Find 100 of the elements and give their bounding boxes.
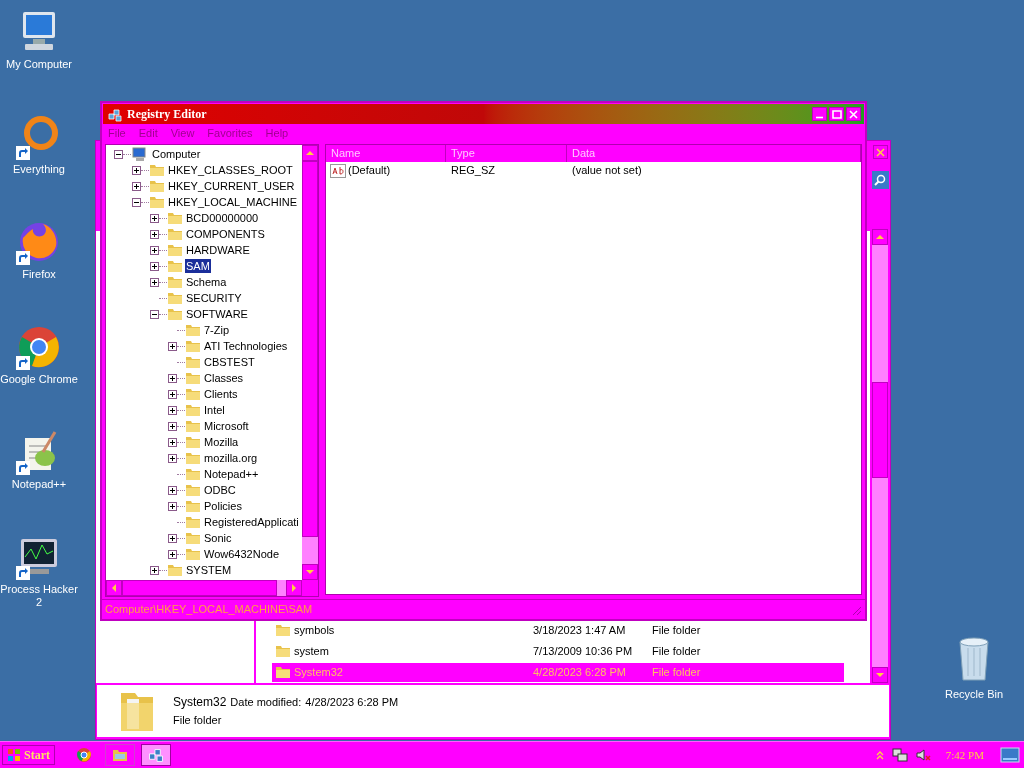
- plus-icon: [151, 566, 158, 574]
- scrollbar-thumb[interactable]: [302, 161, 318, 537]
- search-button[interactable]: [871, 171, 889, 189]
- desktop-icon-label[interactable]: Everything: [13, 163, 65, 176]
- close-icon: [875, 147, 885, 157]
- tree-item[interactable]: Computer: [151, 147, 202, 161]
- maximize-button[interactable]: [829, 107, 844, 121]
- close-button[interactable]: [846, 107, 861, 121]
- collapse-toggle[interactable]: [150, 309, 159, 319]
- tree-item[interactable]: Notepad++: [203, 467, 260, 481]
- scroll-left-button[interactable]: [106, 580, 122, 596]
- expand-toggle[interactable]: [168, 341, 177, 351]
- scroll-right-button[interactable]: [286, 580, 302, 596]
- desktop-icon-label[interactable]: My Computer: [6, 58, 72, 71]
- desktop-icon-label[interactable]: Firefox: [22, 268, 56, 281]
- tree-item[interactable]: COMPONENTS: [185, 227, 266, 241]
- tree-item[interactable]: HKEY_CLASSES_ROOT: [167, 163, 294, 177]
- collapse-toggle[interactable]: [132, 197, 141, 207]
- expand-toggle[interactable]: [168, 453, 177, 463]
- folder-icon: [276, 646, 290, 657]
- tree-item[interactable]: Microsoft: [203, 419, 250, 433]
- tree-item[interactable]: Clients: [203, 387, 239, 401]
- tree-item[interactable]: SECURITY: [185, 291, 243, 305]
- tree-item[interactable]: mozilla.org: [203, 451, 259, 465]
- expand-toggle[interactable]: [150, 213, 159, 223]
- expand-toggle[interactable]: [168, 421, 177, 431]
- folder-icon: [186, 324, 200, 336]
- muted-speaker-icon[interactable]: [915, 747, 932, 763]
- collapse-toggle[interactable]: [114, 149, 123, 159]
- tree-item[interactable]: HKEY_CURRENT_USER: [167, 179, 296, 193]
- expand-toggle[interactable]: [168, 533, 177, 543]
- desktop-icon-label[interactable]: Notepad++: [11, 478, 67, 491]
- tree-item[interactable]: SOFTWARE: [185, 307, 249, 321]
- tree-item[interactable]: SAM: [185, 259, 211, 273]
- desktop-icon-label[interactable]: Recycle Bin: [944, 686, 1004, 703]
- tree-item[interactable]: ATI Technologies: [203, 339, 289, 353]
- expand-toggle[interactable]: [150, 229, 159, 239]
- tree-item[interactable]: Wow6432Node: [203, 547, 280, 561]
- scrollbar-thumb[interactable]: [122, 580, 277, 596]
- file-row[interactable]: symbols 3/18/2023 1:47 AM File folder: [272, 621, 844, 640]
- folder-icon: [186, 420, 200, 432]
- scroll-down-button[interactable]: [872, 667, 888, 683]
- file-name: System32: [173, 694, 227, 711]
- expand-toggle[interactable]: [132, 165, 141, 175]
- registry-taskbar-button[interactable]: [141, 744, 171, 766]
- tree-item[interactable]: 7-Zip: [203, 323, 231, 337]
- expand-toggle[interactable]: [132, 181, 141, 191]
- tree-item[interactable]: Classes: [203, 371, 245, 385]
- close-button[interactable]: [872, 145, 888, 159]
- windows-logo-icon: [7, 748, 21, 762]
- plus-icon: [169, 550, 176, 558]
- desktop-icon-label[interactable]: Process Hacker 2: [0, 583, 80, 609]
- tree-item[interactable]: CBSTEST: [203, 355, 256, 369]
- folder-icon: [186, 372, 200, 384]
- expand-toggle[interactable]: [168, 405, 177, 415]
- tree-item[interactable]: Intel: [203, 403, 226, 417]
- scrollbar-thumb[interactable]: [872, 382, 888, 478]
- file-row[interactable]: system 7/13/2009 10:36 PM File folder: [272, 642, 844, 661]
- folder-icon: [150, 180, 164, 192]
- expand-toggle[interactable]: [150, 565, 159, 575]
- expand-toggle[interactable]: [150, 261, 159, 271]
- expand-toggle[interactable]: [168, 501, 177, 511]
- folder-icon: [168, 260, 182, 272]
- tree-item[interactable]: Mozilla: [203, 435, 240, 449]
- plus-icon: [169, 390, 176, 398]
- folder-icon: [186, 340, 200, 352]
- expand-toggle[interactable]: [168, 373, 177, 383]
- scroll-down-button[interactable]: [302, 564, 318, 580]
- folder-icon: [186, 388, 200, 400]
- network-icon[interactable]: [891, 747, 908, 763]
- tree-item[interactable]: HKEY_LOCAL_MACHINE: [167, 195, 298, 209]
- minimize-button[interactable]: [812, 107, 827, 121]
- tree-item[interactable]: RegisteredApplicati: [203, 515, 300, 529]
- expand-toggle[interactable]: [150, 245, 159, 255]
- close-icon: [847, 107, 860, 121]
- tree-item[interactable]: HARDWARE: [185, 243, 251, 257]
- date-label: Date modified:: [230, 695, 302, 710]
- expand-toggle[interactable]: [150, 277, 159, 287]
- tree-item[interactable]: BCD00000000: [185, 211, 260, 225]
- expand-toggle[interactable]: [168, 437, 177, 447]
- show-desktop-icon[interactable]: [1000, 747, 1020, 763]
- tree-item[interactable]: Policies: [203, 499, 243, 513]
- scroll-up-button[interactable]: [872, 229, 888, 245]
- tree-item[interactable]: Schema: [185, 275, 228, 289]
- folder-icon: [186, 516, 200, 528]
- tree-item[interactable]: Sonic: [203, 531, 233, 545]
- value-name[interactable]: (Default): [348, 162, 391, 179]
- tree-item[interactable]: SYSTEM: [185, 563, 233, 577]
- plus-icon: [169, 454, 176, 462]
- expand-toggle[interactable]: [168, 389, 177, 399]
- plus-icon: [151, 278, 158, 286]
- shortcut-arrow-icon: [16, 146, 30, 160]
- expand-toggle[interactable]: [168, 485, 177, 495]
- expand-toggle[interactable]: [168, 549, 177, 559]
- tree-item[interactable]: ODBC: [203, 483, 237, 497]
- shortcut-arrow-icon: [16, 566, 30, 580]
- desktop-icon-label[interactable]: Google Chrome: [0, 373, 78, 386]
- computer-icon: [132, 146, 148, 162]
- plus-icon: [169, 502, 176, 510]
- scroll-up-button[interactable]: [302, 145, 318, 161]
